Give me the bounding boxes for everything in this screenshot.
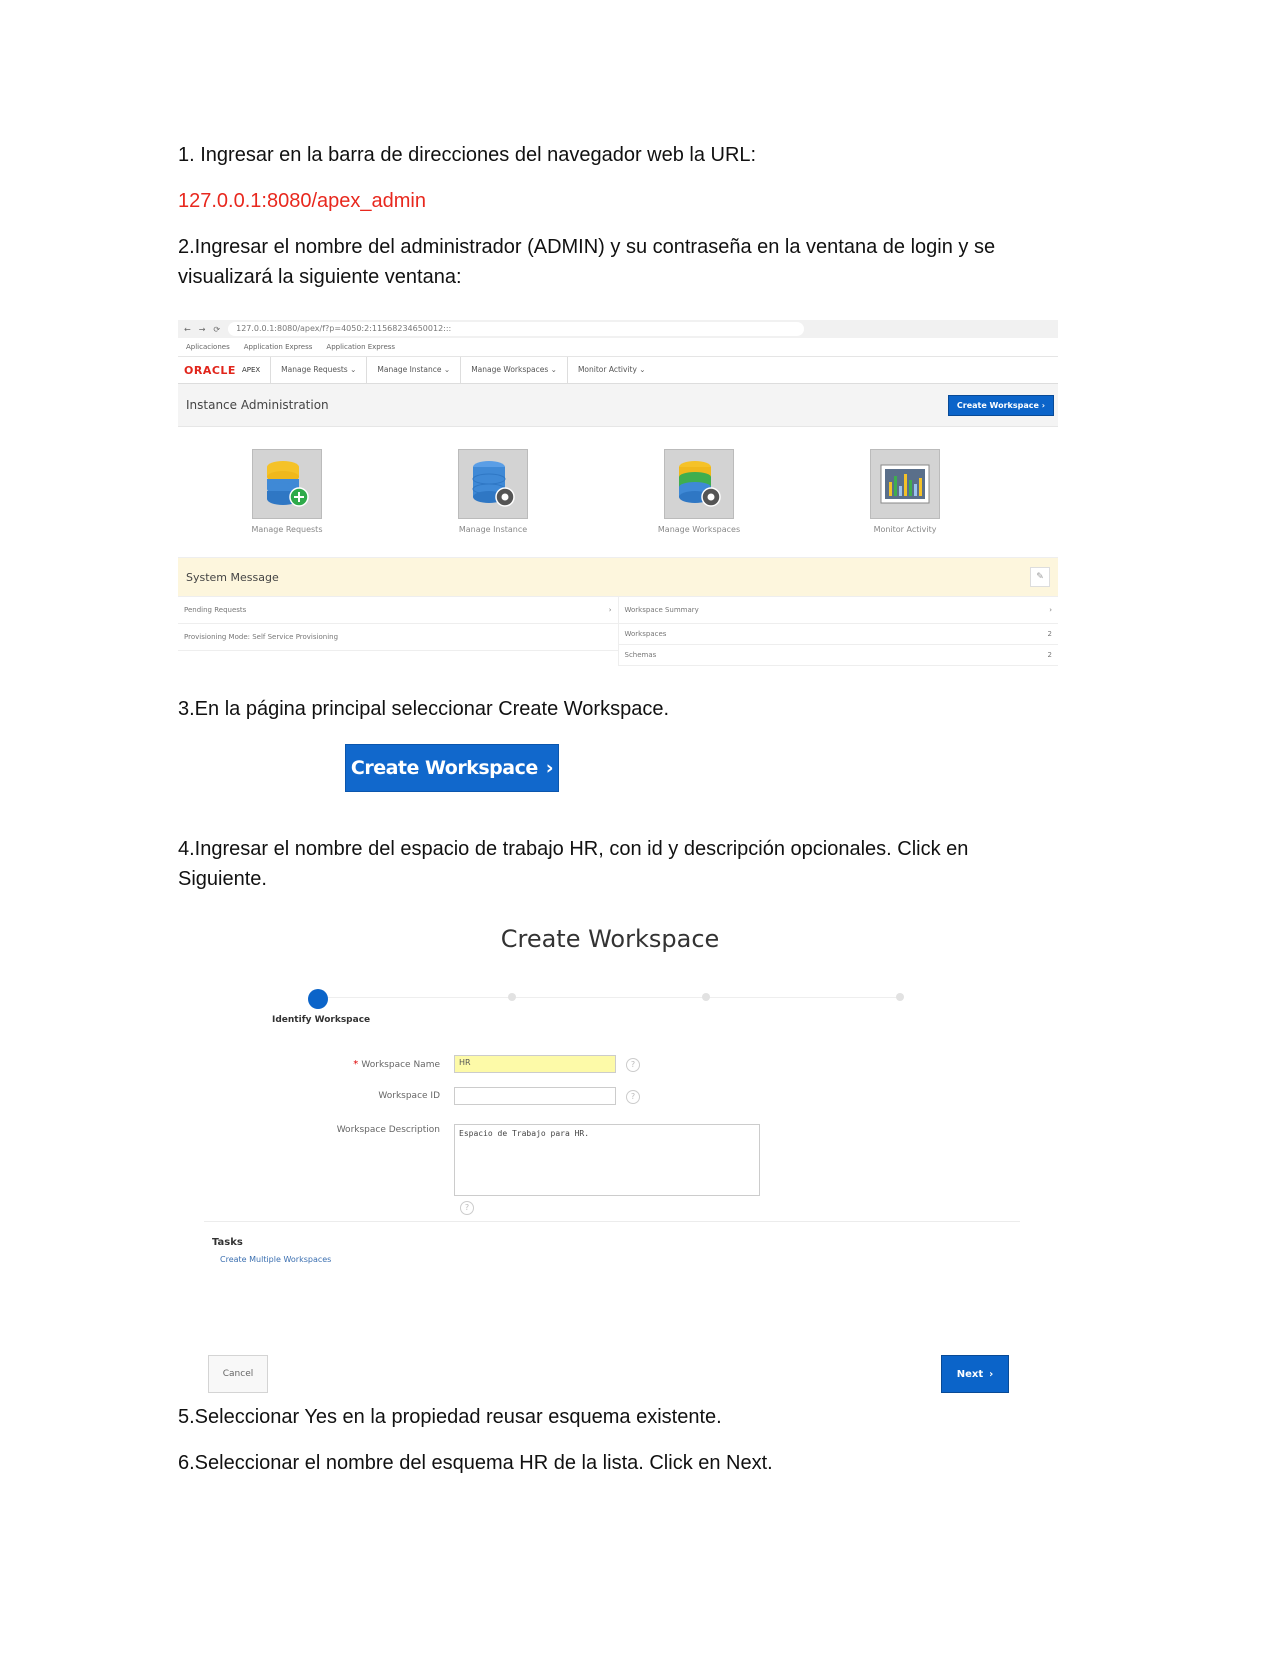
chevron-down-icon: ⌄: [550, 365, 557, 374]
create-multiple-workspaces-link[interactable]: Create Multiple Workspaces: [220, 1255, 331, 1264]
bookmark-apex-1[interactable]: Application Express: [244, 343, 313, 351]
system-message-title: System Message: [186, 570, 279, 584]
list-item: Workspaces 2: [618, 624, 1058, 645]
address-bar[interactable]: 127.0.0.1:8080/apex/f?p=4050:2:115682346…: [228, 322, 805, 336]
wizard-title: Create Workspace: [500, 925, 720, 953]
step-2-text: 2.Ingresar el nombre del administrador (…: [178, 236, 996, 288]
step-3-text: 3.En la página principal seleccionar Cre…: [178, 698, 670, 720]
oracle-logo: ORACLE: [184, 363, 236, 377]
wizard-step-label: Identify Workspace: [272, 1015, 371, 1025]
wizard-step-dot: [508, 993, 516, 1001]
step-6-text: 6.Seleccionar el nombre del esquema HR d…: [178, 1452, 773, 1474]
nav-manage-requests[interactable]: Manage Requests ⌄: [270, 357, 366, 383]
wizard-step-dot: [896, 993, 904, 1001]
step-1-text: 1. Ingresar en la barra de direcciones d…: [178, 144, 757, 166]
manage-workspaces-tile[interactable]: Manage Workspaces: [634, 449, 764, 534]
system-message-bar: System Message ✎: [178, 557, 1058, 597]
bookmark-apps[interactable]: Aplicaciones: [186, 343, 230, 351]
chevron-right-icon: ›: [545, 757, 554, 779]
workspace-name-label: * Workspace Name: [353, 1059, 440, 1070]
pending-requests-panel: Pending Requests › Provisioning Mode: Se…: [178, 597, 618, 666]
workspace-id-label: Workspace ID: [378, 1091, 440, 1101]
help-icon[interactable]: ?: [626, 1090, 640, 1104]
database-gear-icon: [458, 449, 528, 519]
admin-url-text: 127.0.0.1:8080/apex_admin: [178, 190, 426, 212]
apex-logo-text: APEX: [241, 366, 261, 374]
workspace-description-label: Workspace Description: [336, 1125, 440, 1135]
reload-icon[interactable]: ⟳: [213, 325, 220, 334]
manage-requests-tile[interactable]: Manage Requests: [222, 449, 352, 534]
wizard-progress-track: [318, 997, 902, 998]
instance-admin-header: Instance Administration Create Workspace…: [178, 384, 1058, 427]
help-icon[interactable]: ?: [626, 1058, 640, 1072]
admin-icon-grid: Manage Requests Manage Instance Manage W…: [178, 427, 1058, 557]
page-title: Instance Administration: [186, 398, 329, 412]
wizard-step-dot: [702, 993, 710, 1001]
workspace-description-textarea[interactable]: Espacio de Trabajo para HR.: [454, 1124, 760, 1196]
provisioning-mode-row: Provisioning Mode: Self Service Provisio…: [178, 624, 618, 651]
nav-monitor-activity[interactable]: Monitor Activity ⌄: [566, 357, 656, 383]
back-arrow-icon[interactable]: ←: [184, 325, 191, 334]
chevron-down-icon: ⌄: [639, 365, 646, 374]
database-add-icon: [252, 449, 322, 519]
tile-label: Manage Instance: [458, 525, 528, 534]
bookmarks-bar: Aplicaciones Application Express Applica…: [178, 338, 1058, 357]
document-page: 1. Ingresar en la barra de direcciones d…: [0, 0, 1280, 1656]
create-workspace-button[interactable]: Create Workspace ›: [345, 744, 559, 792]
wizard-step-active: [308, 989, 328, 1009]
section-divider: [204, 1221, 1020, 1222]
workspace-id-input[interactable]: [454, 1087, 616, 1105]
database-gear-icon: [664, 449, 734, 519]
chevron-down-icon: ⌄: [443, 365, 451, 374]
cancel-button[interactable]: Cancel: [208, 1355, 268, 1393]
step-4-text: 4.Ingresar el nombre del espacio de trab…: [178, 838, 969, 890]
chevron-right-icon: ›: [608, 606, 612, 614]
tile-label: Manage Workspaces: [657, 525, 741, 534]
bookmark-apex-2[interactable]: Application Express: [326, 343, 395, 351]
create-workspace-button-small[interactable]: Create Workspace ›: [947, 394, 1054, 416]
monitor-activity-tile[interactable]: Monitor Activity: [840, 449, 970, 534]
manage-instance-tile[interactable]: Manage Instance: [428, 449, 558, 534]
chevron-down-icon: ⌄: [350, 365, 357, 374]
forward-arrow-icon[interactable]: →: [199, 325, 206, 334]
workspace-name-input[interactable]: HR: [454, 1055, 616, 1073]
apex-navbar: ORACLE APEX Manage Requests ⌄ Manage Ins…: [178, 357, 1058, 384]
nav-manage-workspaces[interactable]: Manage Workspaces ⌄: [460, 357, 567, 383]
tile-label: Monitor Activity: [873, 525, 937, 534]
workspace-summary-panel: Workspace Summary › Workspaces 2 Schemas…: [617, 597, 1058, 666]
browser-toolbar: ← → ⟳ 127.0.0.1:8080/apex/f?p=4050:2:115…: [178, 320, 1058, 338]
tile-label: Manage Requests: [251, 525, 323, 534]
step-5-text: 5.Seleccionar Yes en la propiedad reusar…: [178, 1406, 722, 1428]
instance-admin-screenshot: ← → ⟳ 127.0.0.1:8080/apex/f?p=4050:2:115…: [178, 320, 1058, 680]
nav-manage-instance[interactable]: Manage Instance ⌄: [366, 357, 460, 383]
workspace-summary-header[interactable]: Workspace Summary ›: [618, 597, 1058, 624]
next-button[interactable]: Next ›: [941, 1355, 1009, 1393]
pending-requests-header[interactable]: Pending Requests ›: [178, 597, 618, 624]
summary-panels: Pending Requests › Provisioning Mode: Se…: [178, 597, 1058, 666]
list-item: Schemas 2: [618, 645, 1058, 666]
create-workspace-screenshot: Create Workspace Identify Workspace * Wo…: [200, 915, 1040, 1405]
tasks-heading: Tasks: [212, 1237, 243, 1248]
pencil-icon[interactable]: ✎: [1030, 567, 1050, 587]
chevron-right-icon: ›: [989, 1368, 994, 1380]
chevron-right-icon: ›: [1049, 606, 1052, 614]
help-icon[interactable]: ?: [460, 1201, 474, 1215]
bar-chart-icon: [870, 449, 940, 519]
